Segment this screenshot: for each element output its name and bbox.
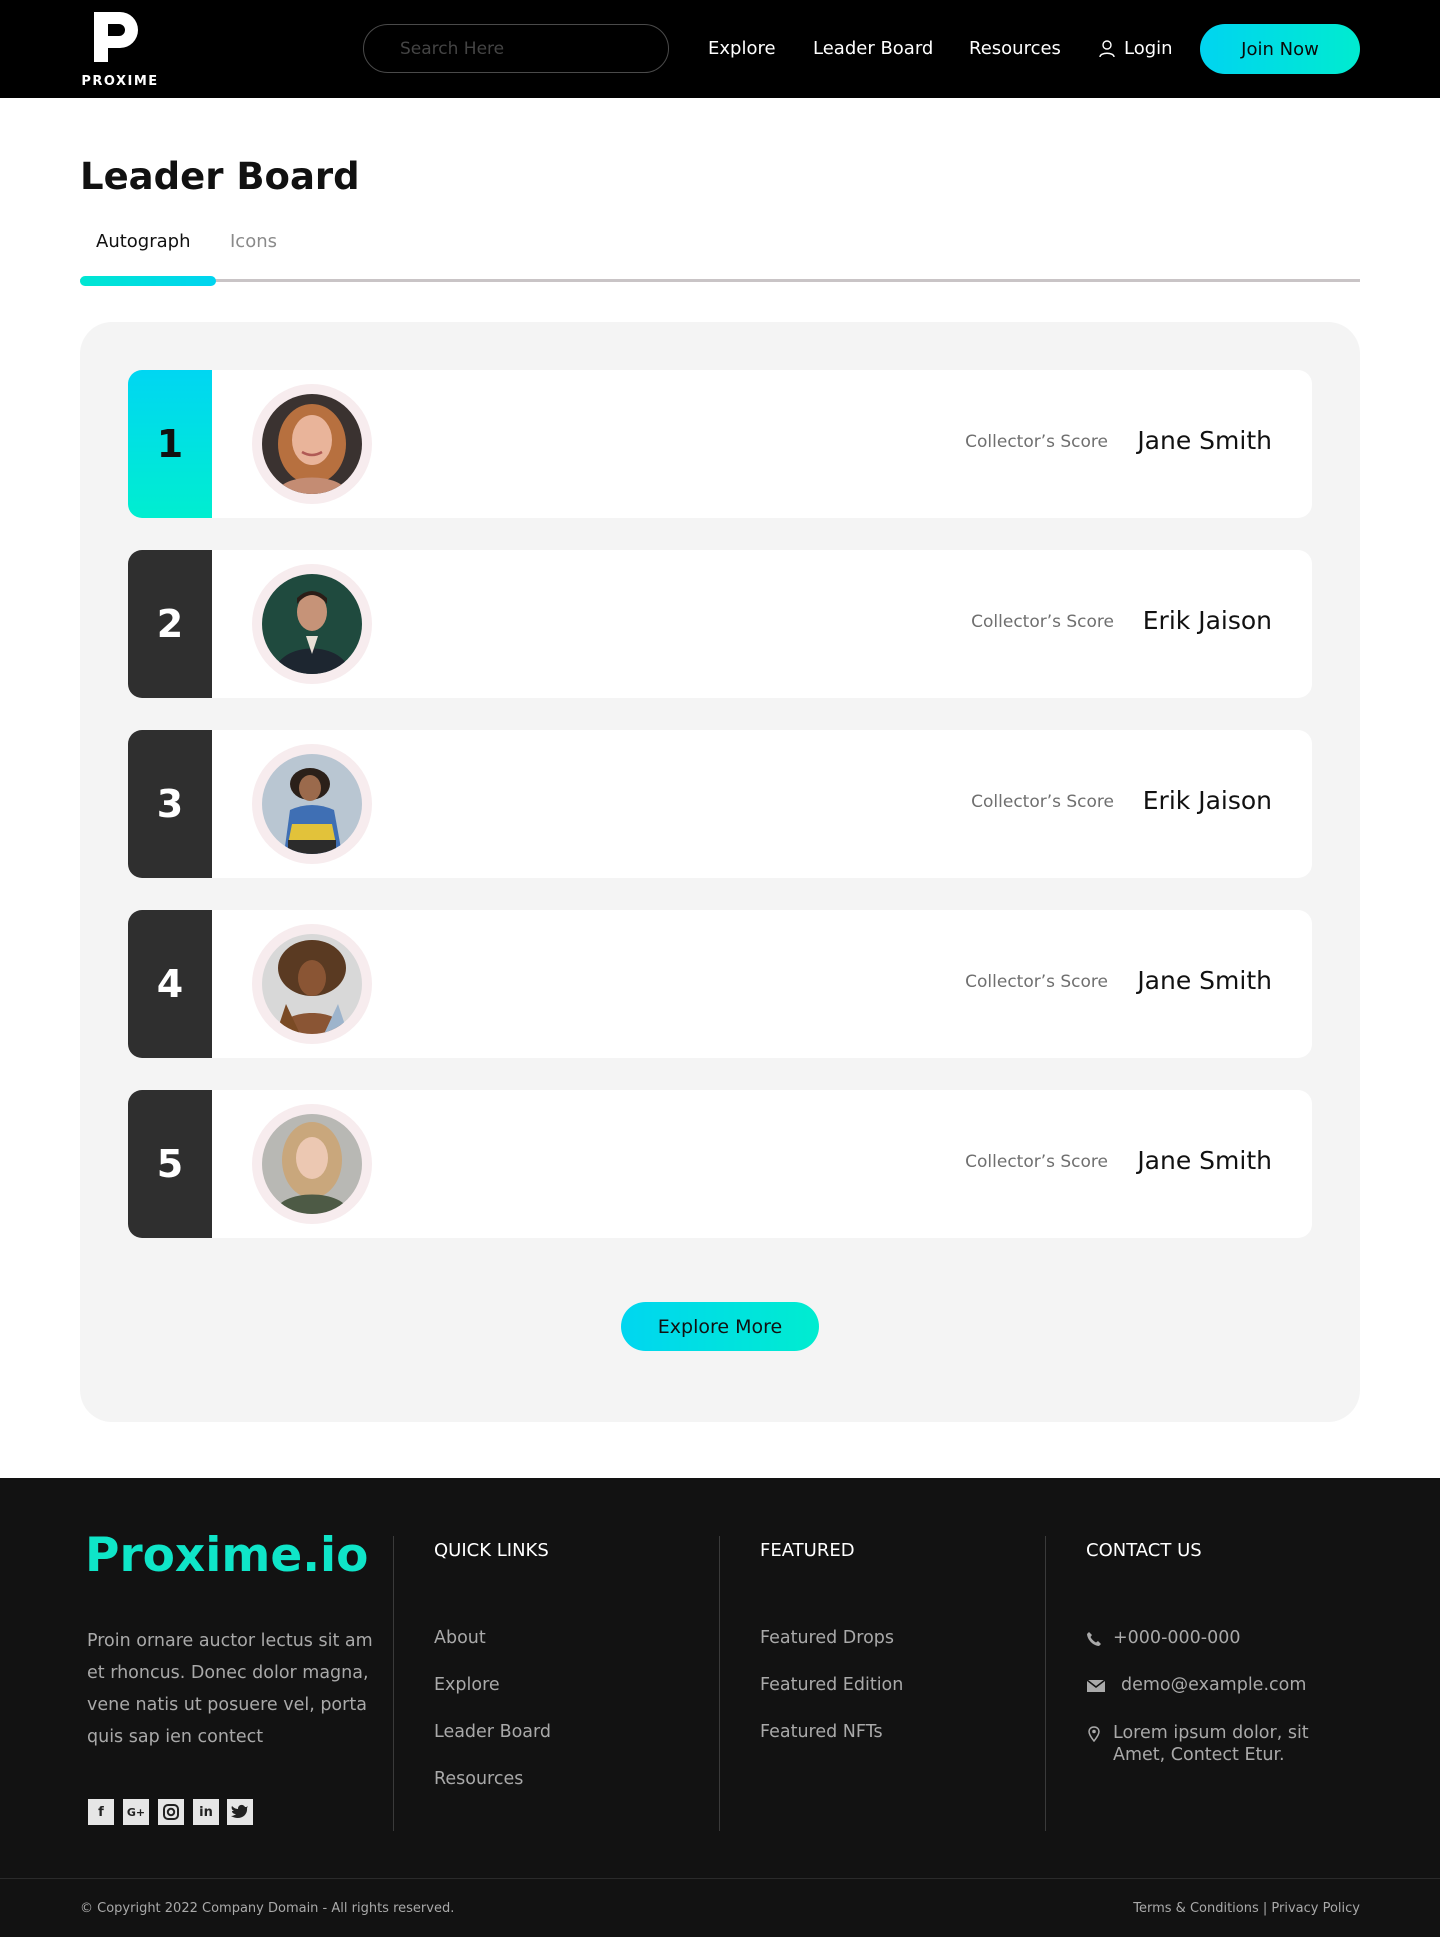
collector-score-label: Collector’s Score	[965, 432, 1108, 452]
collector-name: Jane Smith	[1137, 426, 1272, 455]
address-line: Lorem ipsum dolor, sit	[1113, 1723, 1309, 1743]
rank-badge: 4	[128, 910, 212, 1058]
collector-score-label: Collector’s Score	[971, 612, 1114, 632]
avatar-photo	[262, 574, 362, 674]
nav-explore[interactable]: Explore	[708, 38, 776, 59]
instagram-icon[interactable]	[158, 1799, 184, 1825]
rank-badge: 3	[128, 730, 212, 878]
avatar	[252, 1104, 372, 1224]
logo[interactable]: PROXIME	[80, 8, 160, 90]
tab-autograph[interactable]: Autograph	[96, 231, 190, 252]
search-input[interactable]	[363, 24, 669, 73]
leaderboard-row[interactable]: 3 Collector’s Score Erik Jaison	[128, 730, 1312, 878]
address-line: Amet, Contect Etur.	[1113, 1745, 1285, 1765]
leaderboard-row[interactable]: 5 Collector’s Score Jane Smith	[128, 1090, 1312, 1238]
site-header: PROXIME Explore Leader Board Resources L…	[0, 0, 1440, 98]
featured-title: FEATURED	[760, 1540, 855, 1561]
footer-divider	[1045, 1536, 1046, 1831]
contact-email[interactable]: demo@example.com	[1121, 1675, 1306, 1695]
footer-link-resources[interactable]: Resources	[434, 1769, 523, 1789]
twitter-icon[interactable]	[227, 1799, 253, 1825]
footer-brand[interactable]: Proxime.io	[85, 1528, 368, 1583]
footer-link-explore[interactable]: Explore	[434, 1675, 500, 1695]
logo-mark-icon	[94, 12, 138, 62]
user-icon	[1099, 40, 1115, 58]
footer-divider	[719, 1536, 720, 1831]
linkedin-icon[interactable]: in	[193, 1799, 219, 1825]
footer-link-about[interactable]: About	[434, 1628, 486, 1648]
avatar	[252, 384, 372, 504]
active-tab-indicator	[80, 276, 216, 286]
contact-title: CONTACT US	[1086, 1540, 1202, 1561]
logo-text: PROXIME	[81, 74, 159, 89]
leaderboard-row[interactable]: 2 Collector’s Score Erik Jaison	[128, 550, 1312, 698]
quick-links-title: QUICK LINKS	[434, 1540, 549, 1561]
avatar-photo	[262, 1114, 362, 1214]
copyright-text: © Copyright 2022 Company Domain - All ri…	[80, 1901, 455, 1916]
nav-login[interactable]: Login	[1124, 38, 1173, 59]
mail-icon	[1086, 1679, 1106, 1692]
avatar-photo	[262, 934, 362, 1034]
nav-leader-board[interactable]: Leader Board	[813, 38, 933, 59]
rank-badge: 1	[128, 370, 212, 518]
footer-link-featured-nfts[interactable]: Featured NFTs	[760, 1722, 883, 1742]
location-pin-icon	[1088, 1726, 1100, 1742]
collector-name: Jane Smith	[1137, 966, 1272, 995]
collector-score-label: Collector’s Score	[965, 1152, 1108, 1172]
collector-name: Jane Smith	[1137, 1146, 1272, 1175]
contact-phone[interactable]: +000-000-000	[1113, 1628, 1241, 1648]
avatar	[252, 924, 372, 1044]
footer-link-featured-drops[interactable]: Featured Drops	[760, 1628, 894, 1648]
collector-score-label: Collector’s Score	[965, 972, 1108, 992]
collector-score-label: Collector’s Score	[971, 792, 1114, 812]
tab-icons[interactable]: Icons	[230, 231, 277, 252]
tabs-track	[80, 279, 1360, 282]
phone-icon	[1087, 1632, 1101, 1646]
facebook-icon[interactable]: f	[88, 1799, 114, 1825]
collector-name: Erik Jaison	[1142, 786, 1272, 815]
footer-about-text: Proin ornare auctor lectus sit am et rho…	[87, 1631, 373, 1747]
site-footer: Proxime.io Proin ornare auctor lectus si…	[0, 1478, 1440, 1937]
avatar-photo	[262, 754, 362, 854]
legal-links[interactable]: Terms & Conditions | Privacy Policy	[1133, 1901, 1360, 1916]
contact-address: Lorem ipsum dolor, sit Amet, Contect Etu…	[1113, 1722, 1309, 1766]
explore-more-button[interactable]: Explore More	[621, 1302, 819, 1351]
page-title: Leader Board	[80, 155, 360, 198]
avatar	[252, 744, 372, 864]
avatar-photo	[262, 394, 362, 494]
leaderboard-row[interactable]: 1 Collector’s Score Jane Smith	[128, 370, 1312, 518]
leaderboard-row[interactable]: 4 Collector’s Score Jane Smith	[128, 910, 1312, 1058]
footer-link-featured-edition[interactable]: Featured Edition	[760, 1675, 903, 1695]
leaderboard-panel: 1 Collector’s Score Jane Smith 2 Collect…	[80, 322, 1360, 1422]
avatar	[252, 564, 372, 684]
rank-badge: 5	[128, 1090, 212, 1238]
footer-divider-line	[0, 1878, 1440, 1879]
footer-link-leader-board[interactable]: Leader Board	[434, 1722, 551, 1742]
join-now-button[interactable]: Join Now	[1200, 24, 1360, 74]
footer-divider	[393, 1536, 394, 1831]
nav-resources[interactable]: Resources	[969, 38, 1061, 59]
google-plus-icon[interactable]: G+	[123, 1799, 149, 1825]
collector-name: Erik Jaison	[1142, 606, 1272, 635]
rank-badge: 2	[128, 550, 212, 698]
